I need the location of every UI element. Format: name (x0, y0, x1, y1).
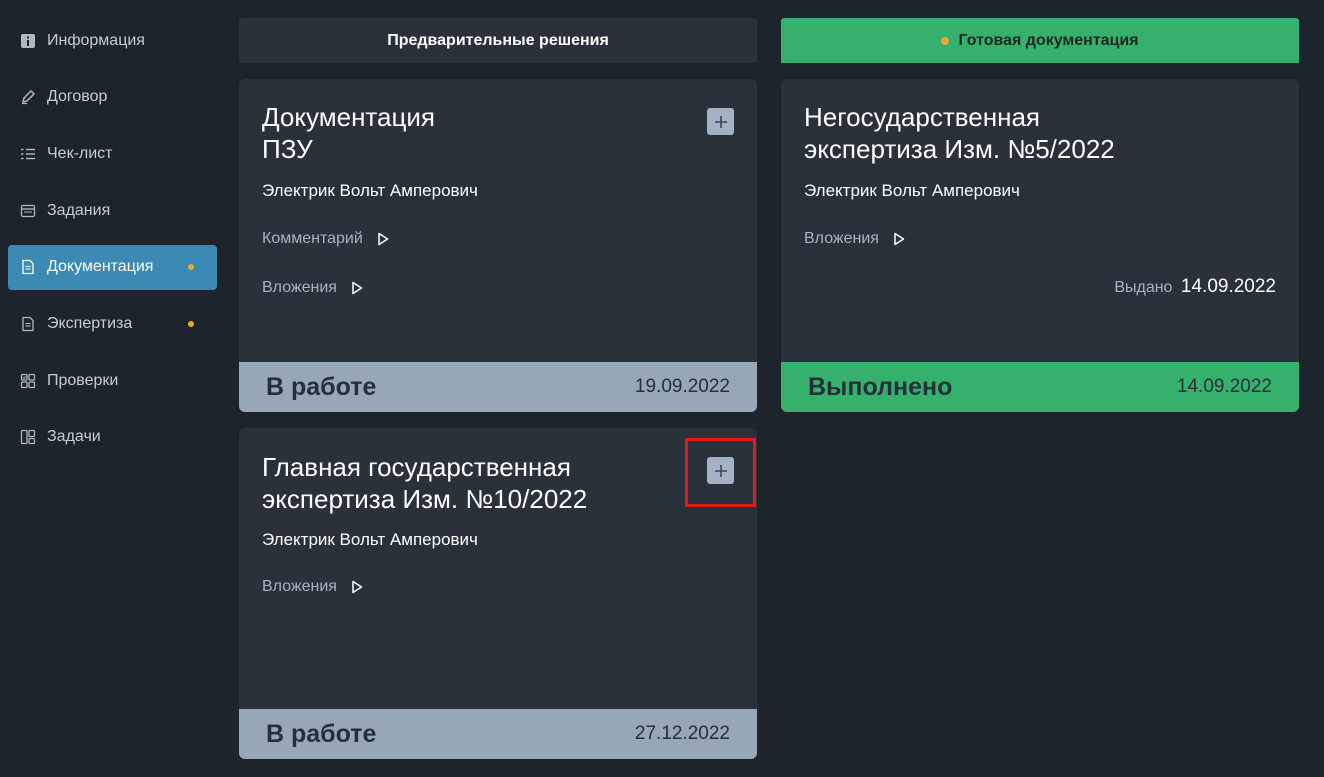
status-date: 14.09.2022 (1176, 376, 1272, 397)
attachments-toggle[interactable]: Вложения (804, 230, 905, 248)
sidebar-item-info[interactable]: Информация (8, 18, 217, 63)
card-title-line: экспертиза Изм. №5/2022 (804, 134, 1115, 164)
sidebar-item-contract[interactable]: Договор (8, 75, 217, 120)
column-title: Предварительные решения (387, 31, 609, 49)
info-icon (20, 33, 36, 49)
play-icon (351, 281, 363, 295)
issued-info: Выдано 14.09.2022 (1114, 276, 1276, 298)
document-icon (20, 316, 36, 332)
card-title: Документация ПЗУ (262, 101, 435, 165)
card-author: Электрик Вольт Амперович (804, 181, 1020, 200)
sidebar-item-checklist[interactable]: Чек-лист (8, 131, 217, 176)
sidebar-item-label: Информация (47, 31, 145, 49)
pen-icon (20, 89, 36, 105)
document-icon (20, 259, 36, 275)
attachments-label: Вложения (804, 230, 879, 247)
card-nongov-expertise[interactable]: Негосударственная экспертиза Изм. №5/202… (781, 79, 1299, 412)
card-title-line: Документация (262, 102, 435, 132)
card-status-bar: В работе 19.09.2022 (239, 362, 757, 412)
column-title: Готовая документация (958, 31, 1139, 49)
comment-toggle[interactable]: Комментарий (262, 230, 389, 248)
card-author: Электрик Вольт Амперович (262, 181, 478, 200)
columns-icon (20, 429, 36, 445)
status-label: В работе (266, 719, 377, 748)
sidebar-item-label: Чек-лист (47, 144, 113, 162)
card-status-bar: В работе 27.12.2022 (239, 709, 757, 759)
play-icon (377, 232, 389, 246)
notification-dot (188, 320, 194, 327)
check-grid-icon (20, 373, 36, 389)
card-author: Электрик Вольт Амперович (262, 530, 478, 549)
checklist-icon (20, 146, 36, 162)
card-status-bar: Выполнено 14.09.2022 (781, 362, 1299, 412)
issued-label: Выдано (1114, 279, 1173, 296)
sidebar-item-label: Проверки (47, 371, 119, 389)
attachments-label: Вложения (262, 578, 337, 595)
play-icon (351, 580, 363, 594)
card-main-expertise[interactable]: Главная государственная экспертиза Изм. … (239, 428, 757, 759)
sidebar-item-label: Документация (47, 258, 154, 276)
attachments-toggle[interactable]: Вложения (262, 578, 363, 596)
status-dot (941, 36, 950, 45)
column-header-ready: Готовая документация (781, 18, 1299, 63)
card-title: Негосударственная экспертиза Изм. №5/202… (804, 101, 1115, 165)
sidebar-item-label: Договор (47, 88, 108, 106)
add-button[interactable] (707, 108, 734, 135)
card-title-line: Негосударственная (804, 102, 1040, 132)
sidebar-item-todo[interactable]: Задачи (8, 415, 217, 460)
notification-dot (188, 264, 194, 271)
card-title-line: ПЗУ (262, 134, 313, 164)
highlight-box (685, 438, 756, 507)
sidebar-item-checks[interactable]: Проверки (8, 358, 217, 403)
sidebar-item-label: Задачи (47, 428, 101, 446)
sidebar-item-expertise[interactable]: Экспертиза (8, 301, 217, 346)
card-title-line: Главная государственная (262, 452, 571, 482)
sidebar-item-label: Экспертиза (47, 314, 133, 332)
play-icon (893, 232, 905, 246)
card-title-line: экспертиза Изм. №10/2022 (262, 484, 588, 514)
status-date: 19.09.2022 (634, 376, 730, 397)
issued-date: 14.09.2022 (1180, 276, 1276, 297)
sidebar-item-label: Задания (47, 201, 111, 219)
sidebar: Информация Договор Чек-лист Задания Доку… (8, 18, 217, 472)
attachments-toggle[interactable]: Вложения (262, 279, 363, 297)
window-icon (20, 203, 36, 219)
sidebar-item-tasks-assigned[interactable]: Задания (8, 188, 217, 233)
card-title: Главная государственная экспертиза Изм. … (262, 451, 587, 515)
status-label: Выполнено (808, 372, 953, 401)
sidebar-item-documentation[interactable]: Документация (8, 244, 217, 290)
plus-icon (714, 115, 727, 128)
attachments-label: Вложения (262, 279, 337, 296)
status-date: 27.12.2022 (634, 723, 730, 744)
column-header-preliminary: Предварительные решения (239, 18, 757, 63)
comment-label: Комментарий (262, 230, 363, 247)
status-label: В работе (266, 372, 377, 401)
card-pzu-documentation[interactable]: Документация ПЗУ Электрик Вольт Амперови… (239, 79, 757, 412)
